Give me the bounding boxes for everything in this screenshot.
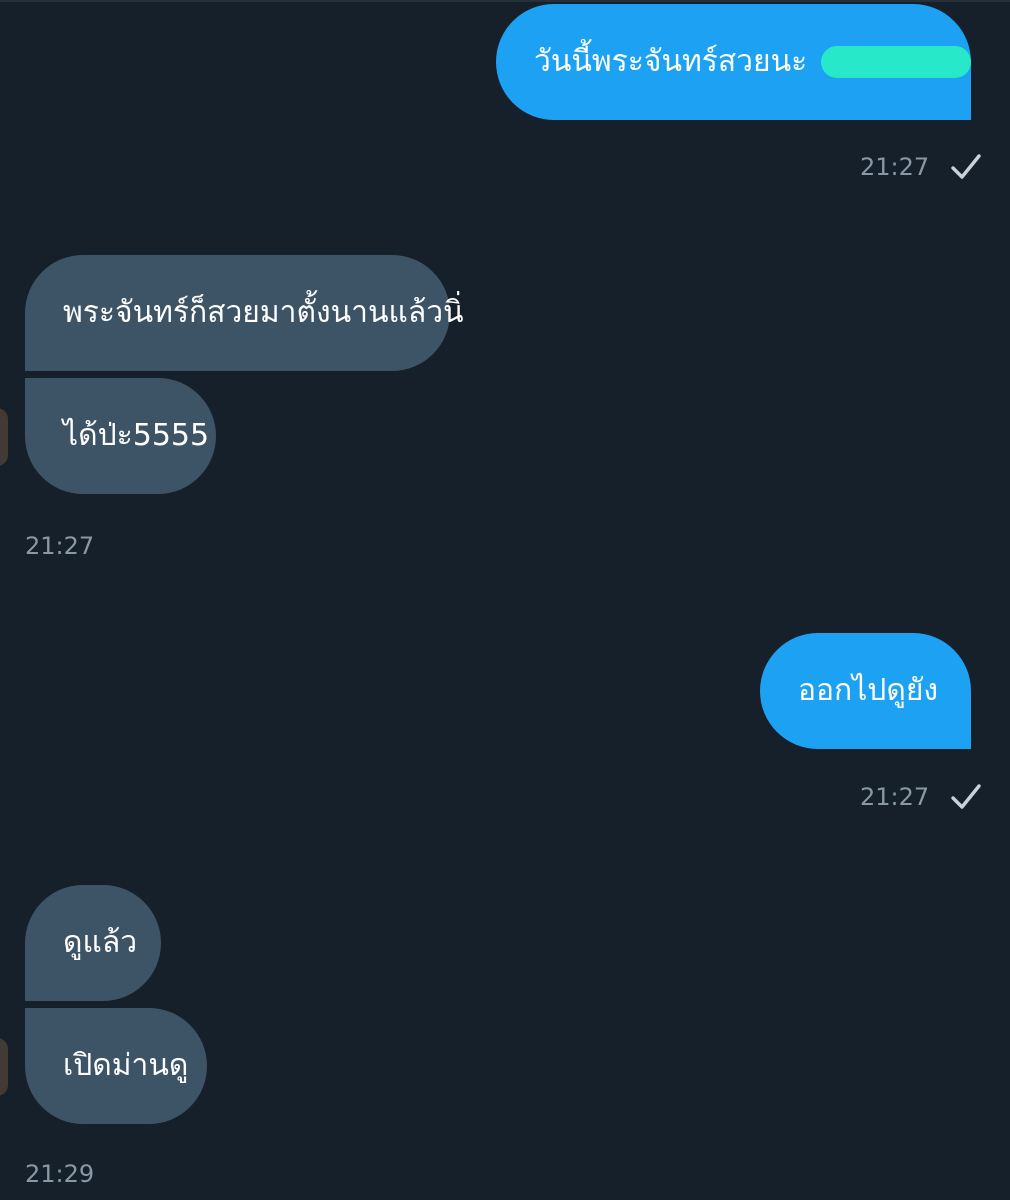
message-text: ได้ป่ะ5555 [63,418,210,453]
incoming-message-bubble[interactable]: พระจันทร์ก็สวยมาตั้งนานแล้วนิ่ [25,255,464,371]
incoming-message-bubble[interactable]: ได้ป่ะ5555 [25,378,216,494]
outgoing-message-bubble[interactable]: วันนี้พระจันทร์สวยนะ [496,4,971,120]
message-time: 21:27 [25,532,95,560]
message-meta: 21:27 [860,150,983,184]
message-meta: 21:29 [25,1160,94,1188]
outgoing-message-bubble[interactable]: ออกไปดูยัง [760,633,971,749]
incoming-message-bubble[interactable]: เปิดม่านดู [25,1008,207,1124]
message-time: 21:27 [860,783,930,811]
message-meta: 21:27 [860,780,983,814]
message-time: 21:29 [25,1160,95,1188]
sender-avatar[interactable] [0,408,8,466]
sender-avatar[interactable] [0,1038,8,1096]
message-text: วันนี้พระจันทร์สวยนะ [534,44,808,79]
message-time: 21:27 [860,153,930,181]
message-text: ดูแล้ว [63,925,138,960]
message-text: ออกไปดูยัง [798,673,939,708]
redaction-mark [821,46,971,78]
message-text: พระจันทร์ก็สวยมาตั้งนานแล้วนิ่ [63,295,464,330]
message-meta: 21:27 [25,532,94,560]
check-icon [949,150,983,184]
incoming-message-bubble[interactable]: ดูแล้ว [25,885,161,1001]
top-divider [0,0,1010,2]
message-text: เปิดม่านดู [63,1048,189,1083]
check-icon [949,780,983,814]
